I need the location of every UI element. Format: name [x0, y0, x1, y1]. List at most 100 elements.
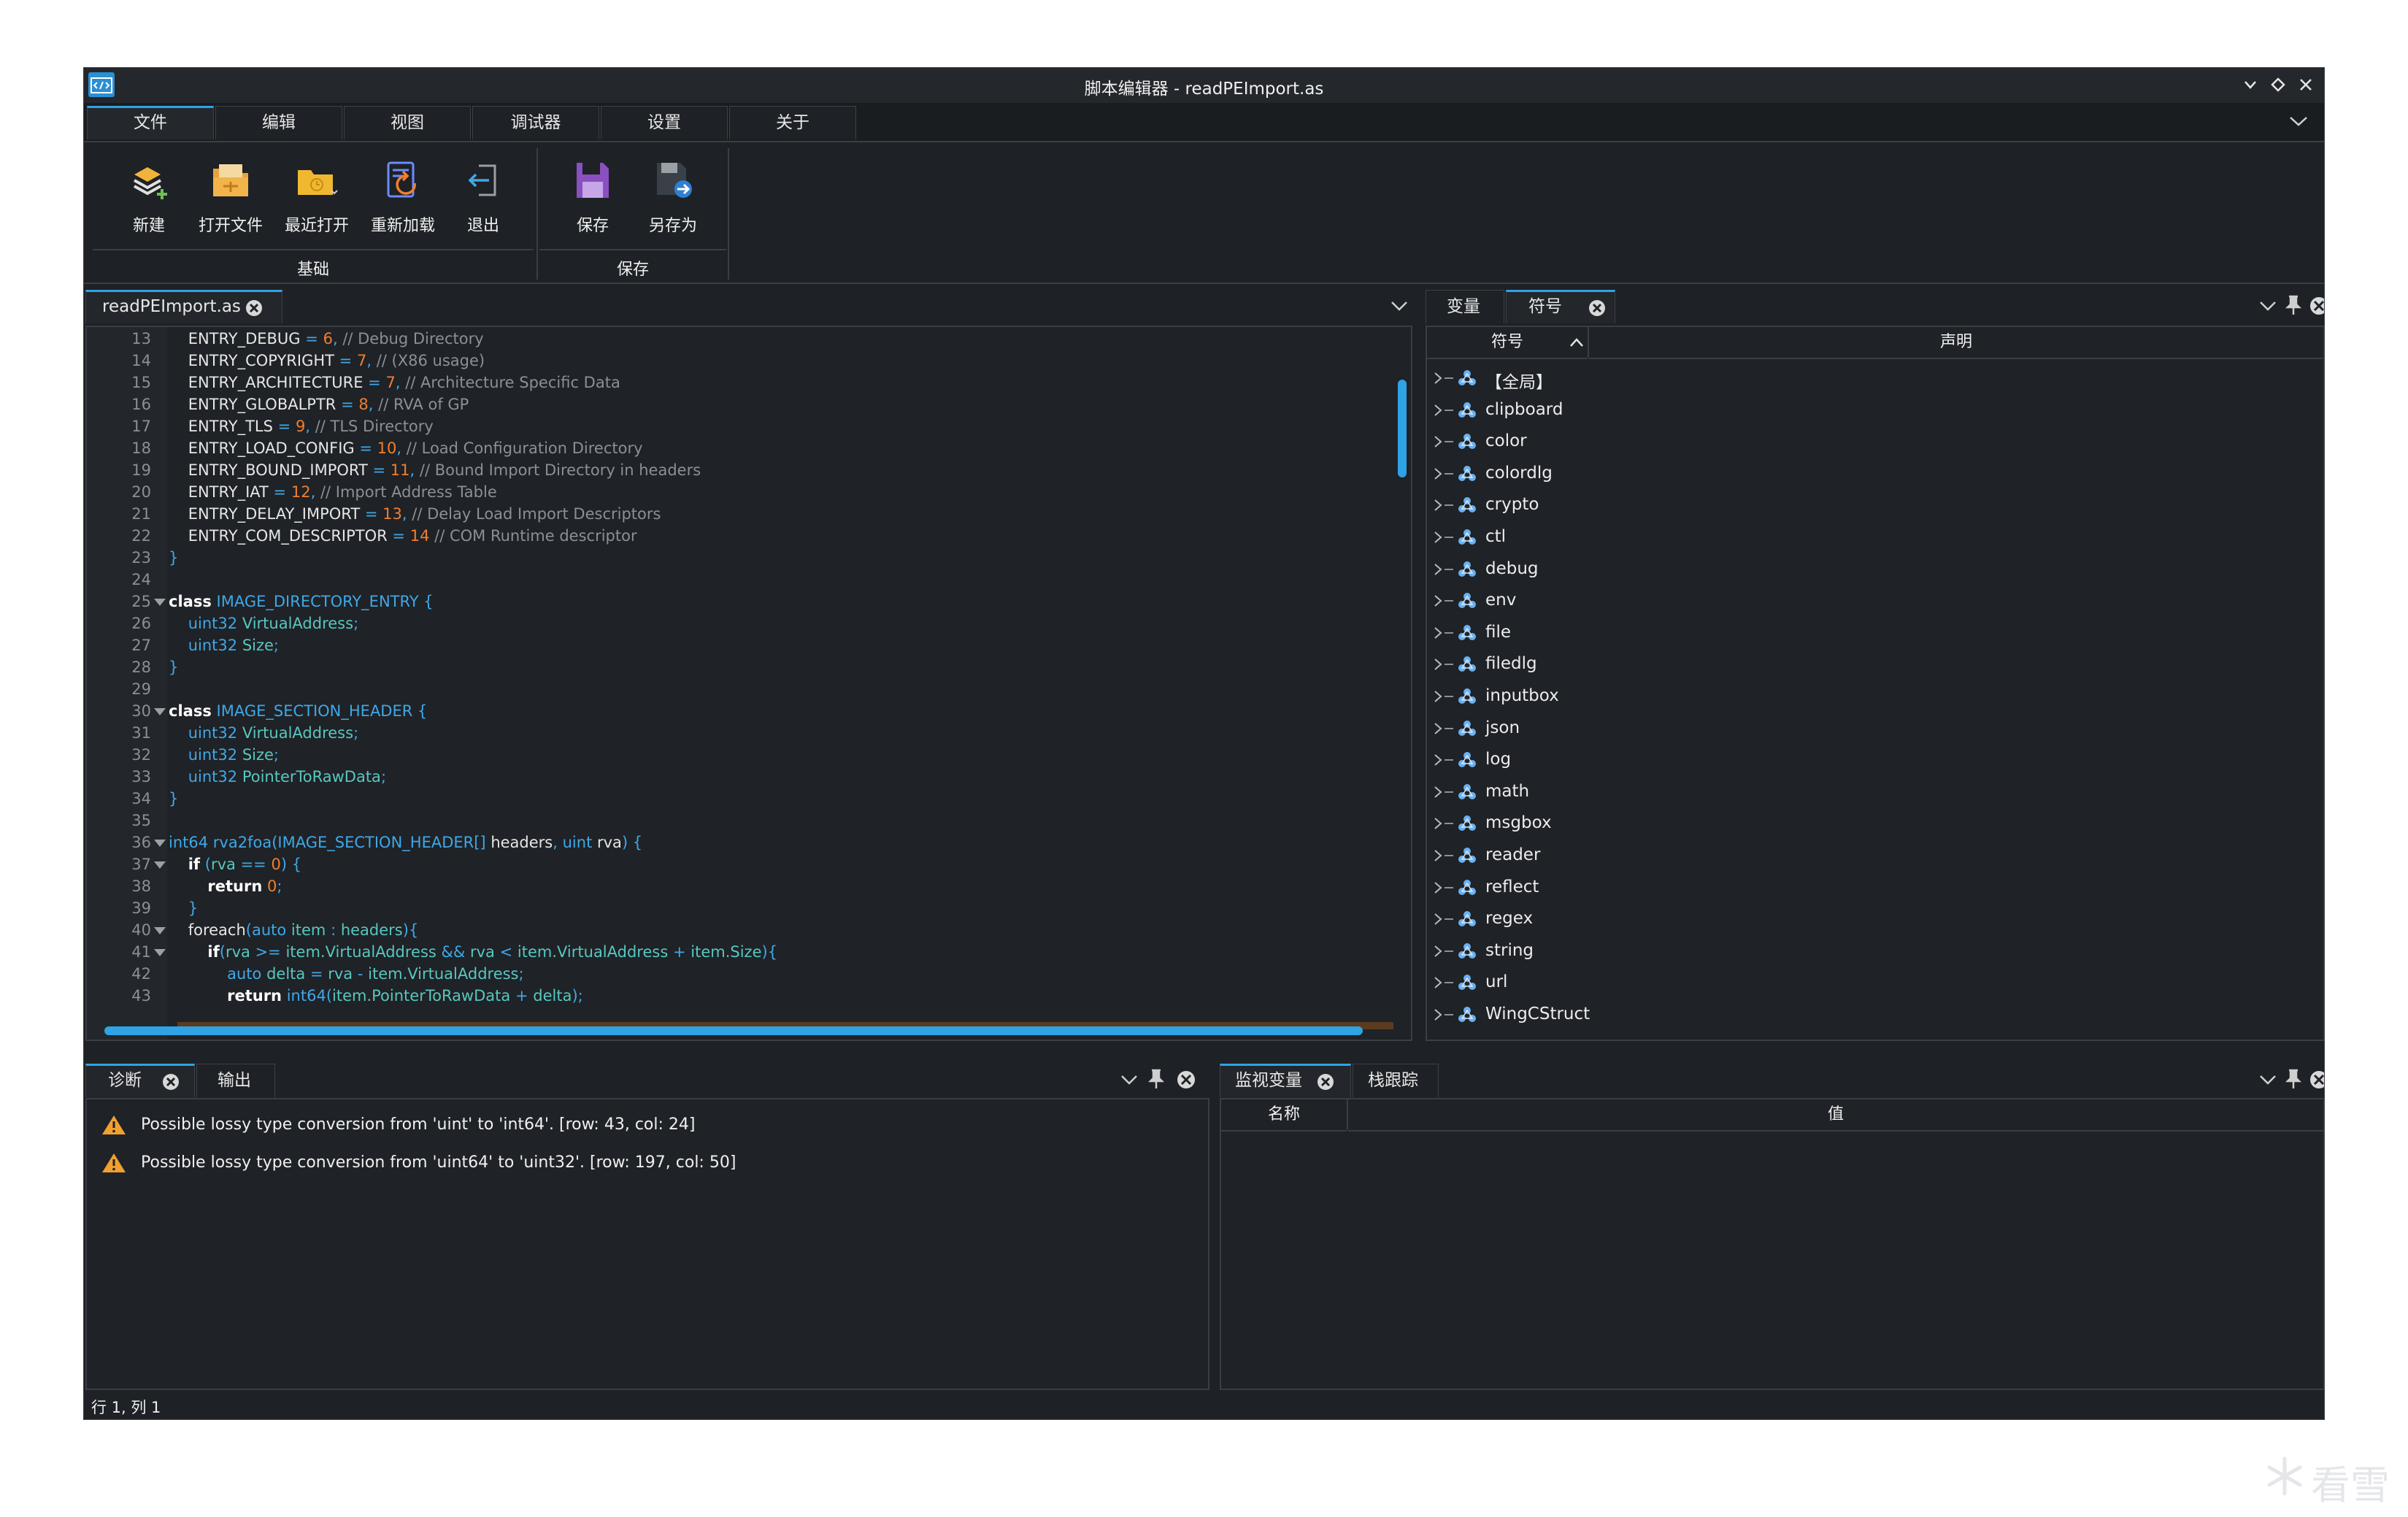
code-line[interactable]: foreach(auto item : headers){: [169, 921, 419, 939]
editor-tab-readpeimport[interactable]: readPEImport.as: [85, 290, 282, 323]
symbol-tree-item[interactable]: 【全局】: [1427, 362, 2323, 394]
symbol-tree-item[interactable]: json: [1427, 713, 2323, 745]
expand-arrow-icon[interactable]: [1433, 689, 1443, 704]
expand-arrow-icon[interactable]: [1433, 848, 1443, 863]
dock-menu-icon[interactable]: [2258, 1071, 2278, 1091]
save-as-button[interactable]: 另存为: [633, 153, 713, 235]
recent-files-button[interactable]: 最近打开: [277, 153, 357, 235]
expand-arrow-icon[interactable]: [1433, 594, 1443, 608]
pin-icon[interactable]: [2284, 294, 2303, 319]
tab-list-icon[interactable]: [1389, 297, 1409, 318]
expand-arrow-icon[interactable]: [1433, 975, 1443, 990]
code-line[interactable]: uint32 Size;: [169, 746, 279, 764]
minimize-icon[interactable]: [2239, 74, 2261, 96]
code-line[interactable]: ENTRY_GLOBALPTR = 8, // RVA of GP: [169, 396, 469, 413]
symbol-tree-item[interactable]: reflect: [1427, 872, 2323, 904]
expand-arrow-icon[interactable]: [1433, 626, 1443, 640]
column-header-symbol[interactable]: 符号: [1427, 327, 1588, 359]
close-panel-icon[interactable]: [2309, 1069, 2324, 1093]
expand-arrow-icon[interactable]: [1433, 466, 1443, 481]
dock-menu-icon[interactable]: [1119, 1071, 1139, 1091]
symbol-tree-item[interactable]: file: [1427, 617, 2323, 649]
symbol-tree-item[interactable]: env: [1427, 585, 2323, 617]
tab-stack-trace[interactable]: 栈跟踪: [1353, 1064, 1439, 1097]
tab-settings[interactable]: 设置: [601, 106, 728, 139]
expand-arrow-icon[interactable]: [1433, 721, 1443, 736]
code-line[interactable]: ENTRY_BOUND_IMPORT = 11, // Bound Import…: [169, 461, 701, 479]
symbol-tree-item[interactable]: msgbox: [1427, 807, 2323, 840]
symbol-tree-item[interactable]: debug: [1427, 553, 2323, 585]
symbol-tree-item[interactable]: log: [1427, 744, 2323, 776]
symbol-tree-item[interactable]: filedlg: [1427, 648, 2323, 680]
code-line[interactable]: uint32 VirtualAddress;: [169, 615, 358, 632]
column-header-name[interactable]: 名称: [1221, 1099, 1347, 1132]
fold-toggle-icon[interactable]: [154, 840, 166, 847]
code-line[interactable]: uint32 VirtualAddress;: [169, 724, 358, 742]
vertical-scrollbar[interactable]: [1398, 380, 1407, 477]
code-line[interactable]: int64 rva2foa(IMAGE_SECTION_HEADER[] hea…: [169, 834, 642, 851]
pin-icon[interactable]: [1147, 1068, 1166, 1093]
symbol-tree-item[interactable]: reader: [1427, 840, 2323, 872]
symbol-tree-item[interactable]: regex: [1427, 903, 2323, 935]
close-panel-icon[interactable]: [1176, 1069, 1196, 1093]
fold-toggle-icon[interactable]: [154, 927, 166, 934]
close-tab-icon[interactable]: [1317, 1073, 1334, 1091]
symbol-tree-item[interactable]: ctl: [1427, 521, 2323, 553]
close-tab-icon[interactable]: [245, 299, 263, 317]
pin-icon[interactable]: [2284, 1068, 2303, 1093]
code-line[interactable]: auto delta = rva - item.VirtualAddress;: [169, 965, 523, 983]
expand-arrow-icon[interactable]: [1433, 371, 1443, 385]
symbol-tree-item[interactable]: color: [1427, 426, 2323, 458]
close-icon[interactable]: [2295, 74, 2317, 96]
expand-arrow-icon[interactable]: [1433, 498, 1443, 512]
code-line[interactable]: ENTRY_COM_DESCRIPTOR = 14 // COM Runtime…: [169, 527, 637, 545]
code-line[interactable]: ENTRY_LOAD_CONFIG = 10, // Load Configur…: [169, 439, 643, 457]
expand-arrow-icon[interactable]: [1433, 562, 1443, 577]
code-line[interactable]: return int64(item.PointerToRawData + del…: [169, 987, 583, 1005]
symbol-tree-item[interactable]: inputbox: [1427, 680, 2323, 713]
code-line[interactable]: ENTRY_IAT = 12, // Import Address Table: [169, 483, 497, 501]
code-line[interactable]: uint32 PointerToRawData;: [169, 768, 386, 786]
symbol-tree-item[interactable]: crypto: [1427, 489, 2323, 521]
save-button[interactable]: 保存: [553, 153, 633, 235]
open-file-button[interactable]: 打开文件: [191, 153, 271, 235]
expand-arrow-icon[interactable]: [1433, 1007, 1443, 1022]
expand-arrow-icon[interactable]: [1433, 434, 1443, 449]
horizontal-scrollbar[interactable]: [104, 1026, 1363, 1035]
code-line[interactable]: }: [169, 658, 178, 676]
code-line[interactable]: ENTRY_DEBUG = 6, // Debug Directory: [169, 330, 484, 347]
code-line[interactable]: ENTRY_ARCHITECTURE = 7, // Architecture …: [169, 374, 620, 391]
tab-output[interactable]: 输出: [196, 1064, 275, 1097]
code-line[interactable]: uint32 Size;: [169, 637, 279, 654]
tab-view[interactable]: 视图: [344, 106, 471, 139]
symbol-tree-item[interactable]: clipboard: [1427, 394, 2323, 426]
code-line[interactable]: class IMAGE_SECTION_HEADER {: [169, 702, 427, 720]
expand-arrow-icon[interactable]: [1433, 753, 1443, 767]
fold-toggle-icon[interactable]: [154, 599, 166, 606]
fold-toggle-icon[interactable]: [154, 949, 166, 956]
code-line[interactable]: class IMAGE_DIRECTORY_ENTRY {: [169, 593, 434, 610]
symbol-tree-item[interactable]: math: [1427, 776, 2323, 808]
code-line[interactable]: }: [169, 899, 198, 917]
tab-debugger[interactable]: 调试器: [472, 106, 599, 139]
column-header-value[interactable]: 值: [1348, 1099, 2323, 1132]
tab-diagnostics[interactable]: 诊断: [85, 1064, 195, 1097]
column-header-declaration[interactable]: 声明: [1589, 327, 2323, 359]
expand-arrow-icon[interactable]: [1433, 657, 1443, 672]
close-tab-icon[interactable]: [1588, 299, 1606, 317]
expand-arrow-icon[interactable]: [1433, 912, 1443, 926]
code-line[interactable]: }: [169, 790, 178, 807]
code-line[interactable]: ENTRY_TLS = 9, // TLS Directory: [169, 418, 434, 435]
close-panel-icon[interactable]: [2309, 296, 2324, 319]
expand-arrow-icon[interactable]: [1433, 785, 1443, 799]
tab-about[interactable]: 关于: [729, 106, 856, 139]
reload-button[interactable]: 重新加载: [363, 153, 443, 235]
symbol-tree-item[interactable]: WingCStruct: [1427, 999, 2323, 1031]
fold-toggle-icon[interactable]: [154, 861, 166, 869]
tab-edit[interactable]: 编辑: [215, 106, 342, 139]
new-button[interactable]: 新建: [109, 153, 189, 235]
tab-variables[interactable]: 变量: [1426, 290, 1504, 323]
code-editor[interactable]: 13 14 15 16 17 18 19 20 21 22 23 24 25 26 27 28 29 30 31 32…: [85, 326, 1412, 1041]
expand-arrow-icon[interactable]: [1433, 816, 1443, 831]
tab-watch-variables[interactable]: 监视变量: [1220, 1064, 1351, 1097]
